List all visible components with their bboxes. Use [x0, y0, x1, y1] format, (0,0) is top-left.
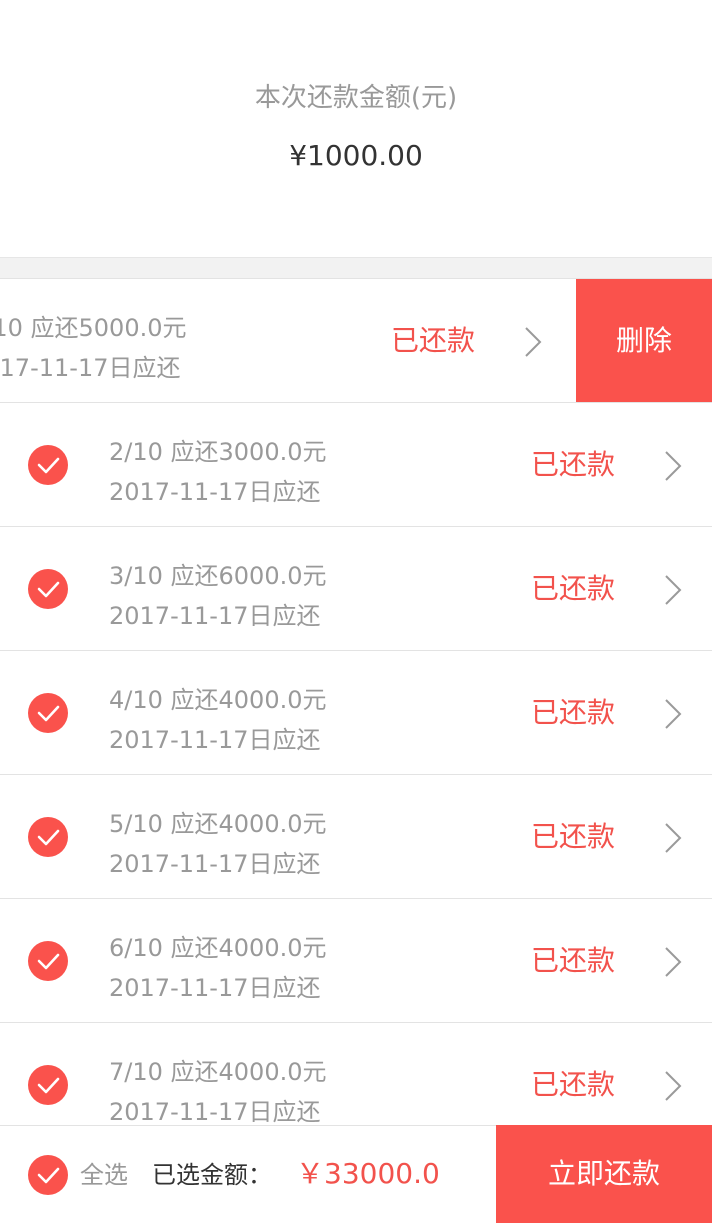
installment-row[interactable]: 6/10 应还4000.0元 2017-11-17日应还 已还款 [0, 898, 712, 1022]
status-badge: 已还款 [531, 696, 616, 729]
installment-row[interactable]: 1/10 应还5000.0元 2017-11-17日应还 已还款 删除 [0, 278, 712, 402]
installment-row-content[interactable]: 2/10 应还3000.0元 2017-11-17日应还 已还款 [0, 403, 712, 526]
installment-row-content[interactable]: 1/10 应还5000.0元 2017-11-17日应还 已还款 [0, 279, 572, 402]
installment-row[interactable]: 5/10 应还4000.0元 2017-11-17日应还 已还款 [0, 774, 712, 898]
chevron-right-icon[interactable] [662, 945, 684, 979]
installment-row-content[interactable]: 4/10 应还4000.0元 2017-11-17日应还 已还款 [0, 651, 712, 774]
section-divider [0, 257, 712, 278]
installment-due-date: 2017-11-17日应还 [109, 478, 321, 506]
repayment-amount-label: 本次还款金额(元) [254, 83, 458, 113]
selected-amount-value: ￥33000.0 [296, 1157, 440, 1190]
installment-row[interactable]: 3/10 应还6000.0元 2017-11-17日应还 已还款 [0, 526, 712, 650]
installment-row-content[interactable]: 5/10 应还4000.0元 2017-11-17日应还 已还款 [0, 775, 712, 898]
installment-row[interactable]: 7/10 应还4000.0元 2017-11-17日应还 已还款 [0, 1022, 712, 1125]
status-badge: 已还款 [531, 448, 616, 481]
checkmark-circle-icon[interactable] [28, 817, 68, 857]
installment-amount: 1/10 应还5000.0元 [0, 314, 187, 342]
installment-amount: 4/10 应还4000.0元 [109, 686, 327, 714]
installment-amount: 2/10 应还3000.0元 [109, 438, 327, 466]
installment-due-date: 2017-11-17日应还 [109, 850, 321, 878]
installment-due-date: 2017-11-17日应还 [109, 974, 321, 1002]
checkmark-circle-icon[interactable] [28, 1155, 68, 1195]
amount-header: 本次还款金额(元) ¥1000.00 [0, 0, 712, 257]
pay-now-button[interactable]: 立即还款 [496, 1125, 712, 1223]
status-badge: 已还款 [531, 1068, 616, 1101]
installment-due-date: 2017-11-17日应还 [109, 726, 321, 754]
status-badge: 已还款 [391, 324, 476, 357]
checkmark-circle-icon[interactable] [28, 1065, 68, 1105]
bottom-action-bar: 全选 已选金额： ￥33000.0 立即还款 [0, 1125, 712, 1223]
installment-row-content[interactable]: 3/10 应还6000.0元 2017-11-17日应还 已还款 [0, 527, 712, 650]
installment-amount: 7/10 应还4000.0元 [109, 1058, 327, 1086]
checkmark-circle-icon[interactable] [28, 941, 68, 981]
installment-amount: 6/10 应还4000.0元 [109, 934, 327, 962]
selected-amount-label: 已选金额： [152, 1161, 272, 1189]
installment-due-date: 2017-11-17日应还 [109, 602, 321, 630]
installment-row-content[interactable]: 6/10 应还4000.0元 2017-11-17日应还 已还款 [0, 899, 712, 1022]
chevron-right-icon[interactable] [662, 573, 684, 607]
select-all-label[interactable]: 全选 [80, 1159, 128, 1191]
chevron-right-icon[interactable] [662, 821, 684, 855]
checkmark-circle-icon[interactable] [28, 693, 68, 733]
installment-list: 1/10 应还5000.0元 2017-11-17日应还 已还款 删除 2/10… [0, 278, 712, 1125]
chevron-right-icon[interactable] [662, 449, 684, 483]
delete-button[interactable]: 删除 [576, 279, 712, 402]
status-badge: 已还款 [531, 820, 616, 853]
installment-row-content[interactable]: 7/10 应还4000.0元 2017-11-17日应还 已还款 [0, 1023, 712, 1125]
chevron-right-icon[interactable] [522, 325, 544, 359]
installment-row[interactable]: 2/10 应还3000.0元 2017-11-17日应还 已还款 [0, 402, 712, 526]
installment-amount: 3/10 应还6000.0元 [109, 562, 327, 590]
chevron-right-icon[interactable] [662, 1069, 684, 1103]
status-badge: 已还款 [531, 944, 616, 977]
status-badge: 已还款 [531, 572, 616, 605]
installment-due-date: 2017-11-17日应还 [0, 354, 181, 382]
installment-amount: 5/10 应还4000.0元 [109, 810, 327, 838]
repayment-amount-value: ¥1000.00 [289, 139, 423, 172]
installment-row[interactable]: 4/10 应还4000.0元 2017-11-17日应还 已还款 [0, 650, 712, 774]
installment-due-date: 2017-11-17日应还 [109, 1098, 321, 1125]
checkmark-circle-icon[interactable] [28, 445, 68, 485]
chevron-right-icon[interactable] [662, 697, 684, 731]
checkmark-circle-icon[interactable] [28, 569, 68, 609]
